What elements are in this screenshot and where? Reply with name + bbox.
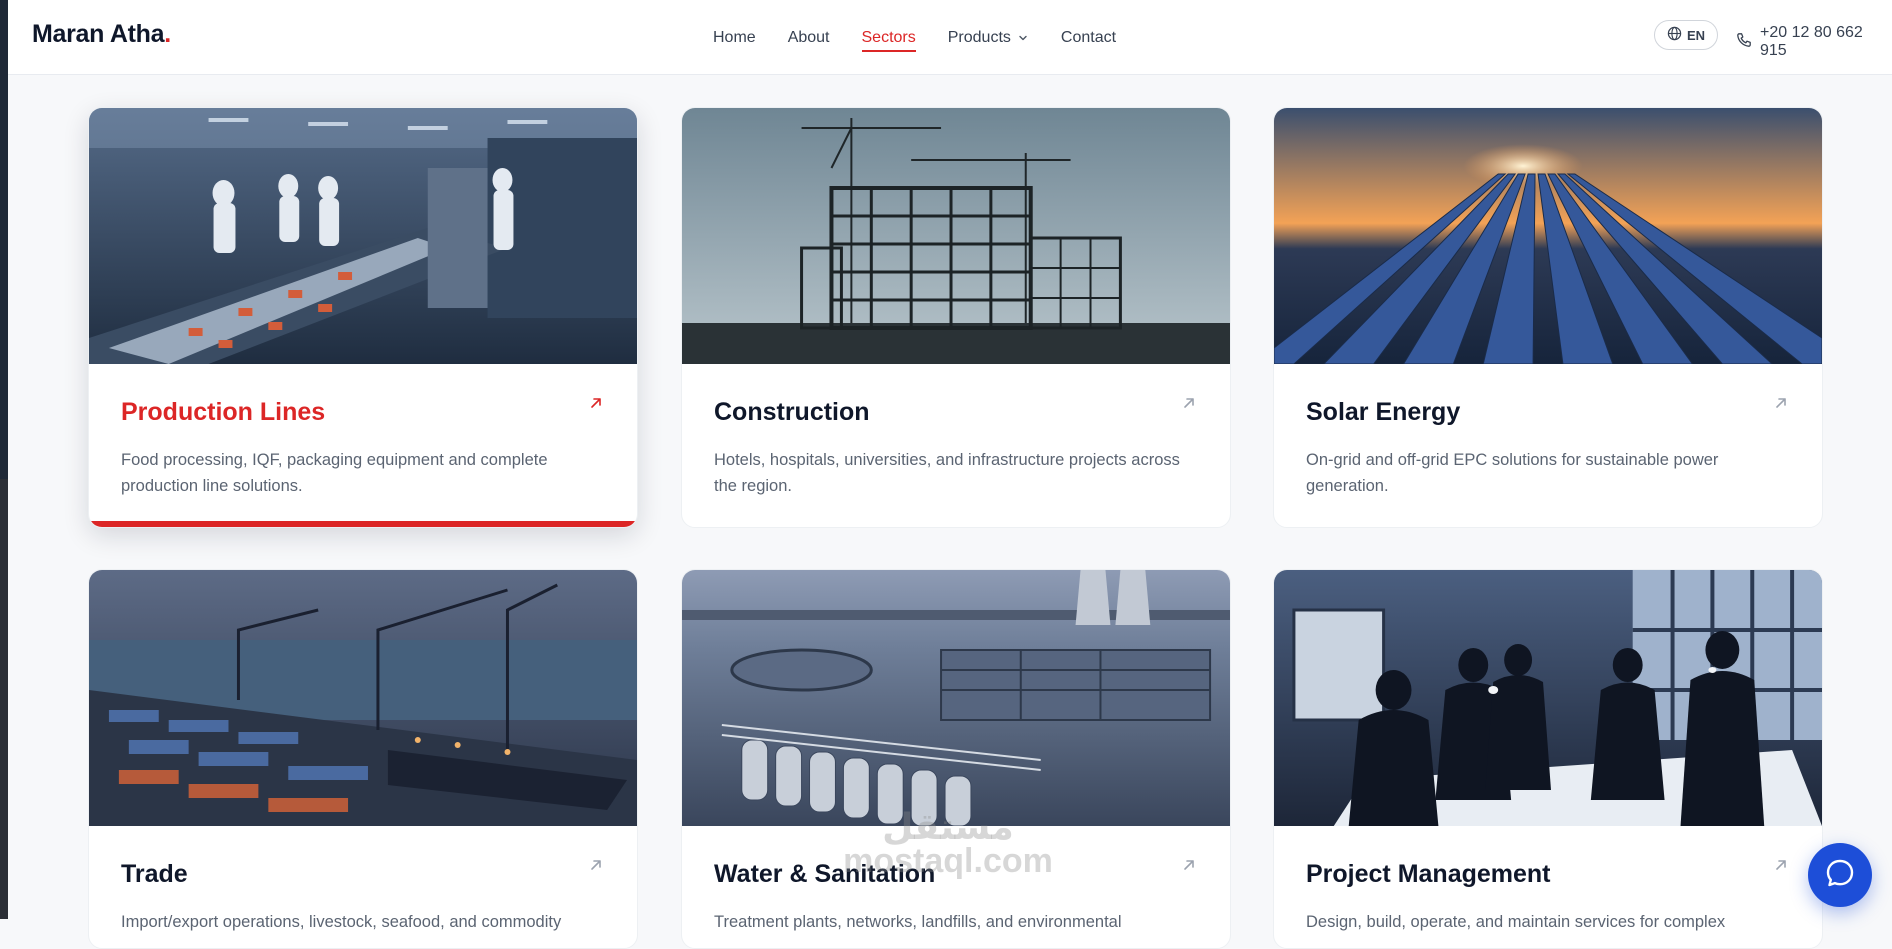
window-left-edge [0,0,8,919]
sector-description: Treatment plants, networks, landfills, a… [714,913,1122,931]
sector-image-trade [89,570,637,826]
nav-about[interactable]: About [788,0,830,75]
brand-logo[interactable]: Maran Atha. [32,20,171,49]
sector-title: Construction [714,398,870,426]
arrow-up-right-icon [1182,396,1196,415]
nav-contact[interactable]: Contact [1061,0,1116,75]
sector-image-construction [682,108,1230,364]
nav-products[interactable]: Products [948,0,1029,75]
sector-title: Trade [121,860,188,888]
site-header: Maran Atha. Home About Sectors Products … [8,0,1892,75]
phone-number: +20 12 80 662 915 [1760,24,1863,59]
nav-home[interactable]: Home [713,0,756,75]
sector-title: Solar Energy [1306,398,1461,426]
arrow-up-right-icon [1774,396,1788,415]
arrow-up-right-icon [589,396,603,415]
sector-card-trade[interactable]: Trade Import/export operations, livestoc… [88,569,638,949]
sector-title: Project Management [1306,860,1551,888]
language-switcher[interactable]: EN [1654,20,1719,50]
arrow-up-right-icon [1182,858,1196,877]
sector-description: Food processing, IQF, packaging equipmen… [121,451,548,495]
sector-description: On-grid and off-grid EPC solutions for s… [1306,451,1719,495]
language-label: EN [1687,27,1706,43]
sector-card-water-sanitation[interactable]: Water & Sanitation Treatment plants, net… [681,569,1231,949]
globe-icon [1667,26,1682,44]
sector-image-water-sanitation [682,570,1230,826]
sector-card-project-management[interactable]: Project Management Design, build, operat… [1273,569,1823,949]
phone-icon [1736,32,1752,53]
arrow-up-right-icon [1774,858,1788,877]
sector-image-project-management [1274,570,1822,826]
sector-image-solar-energy [1274,108,1822,364]
sector-description: Import/export operations, livestock, sea… [121,913,562,931]
chevron-down-icon [1017,32,1029,44]
sector-description: Hotels, hospitals, universities, and inf… [714,451,1180,495]
arrow-up-right-icon [589,858,603,877]
sector-description: Design, build, operate, and maintain ser… [1306,913,1726,931]
sector-card-solar-energy[interactable]: Solar Energy On-grid and off-grid EPC so… [1273,107,1823,528]
chat-button[interactable] [1808,843,1872,907]
chat-bubble-icon [1824,857,1856,894]
sector-card-construction[interactable]: Construction Hotels, hospitals, universi… [681,107,1231,528]
phone-link[interactable]: +20 12 80 662 915 [1736,24,1892,60]
nav-sectors[interactable]: Sectors [861,0,917,75]
main-nav: Home About Sectors Products Contact [713,0,1116,75]
sector-image-production-lines [89,108,637,364]
sector-card-production-lines[interactable]: Production Lines Food processing, IQF, p… [88,107,638,528]
sector-title: Production Lines [121,398,326,426]
watermark: مستقل mostaql.com [843,806,1053,880]
